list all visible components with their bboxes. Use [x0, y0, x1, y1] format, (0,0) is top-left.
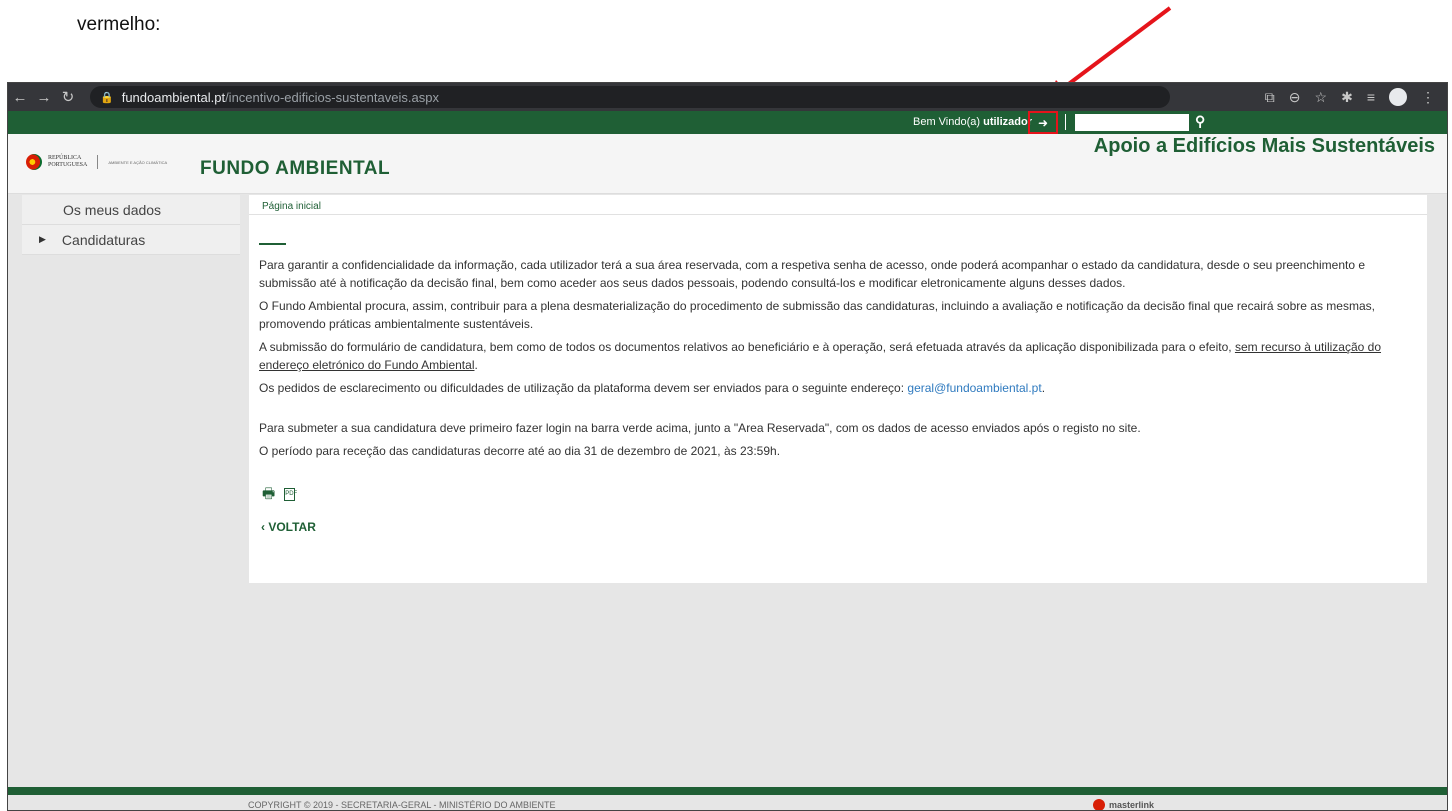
- search-input[interactable]: [1075, 114, 1189, 131]
- paragraph: Os pedidos de esclarecimento ou dificuld…: [259, 381, 1046, 395]
- paragraph: Para garantir a confidencialidade da inf…: [259, 258, 1366, 290]
- profile-avatar[interactable]: [1389, 88, 1407, 106]
- star-icon[interactable]: ☆: [1315, 89, 1328, 106]
- search-icon[interactable]: ⚲: [1195, 113, 1205, 130]
- top-green-bar: Bem Vindo(a) utilizador ➜ ⚲: [8, 111, 1447, 134]
- caret-right-icon: ▶: [39, 234, 46, 244]
- sign-out-icon: ➜: [1037, 115, 1049, 130]
- username: utilizador: [983, 116, 1032, 128]
- paragraph: Para submeter a sua candidatura deve pri…: [259, 420, 1141, 435]
- body-text: Para garantir a confidencialidade da inf…: [249, 245, 1427, 461]
- paragraph: O Fundo Ambiental procura, assim, contri…: [259, 299, 1375, 331]
- zoom-icon[interactable]: ⊖: [1289, 89, 1301, 106]
- email-link[interactable]: geral@fundoambiental.pt: [907, 381, 1041, 395]
- main-content: Página inicial Para garantir a confidenc…: [249, 195, 1427, 583]
- pdf-icon[interactable]: PDF: [284, 488, 297, 501]
- masterlink-logo[interactable]: masterlink: [1093, 799, 1154, 810]
- footer: COPYRIGHT © 2019 - SECRETARIA-GERAL - MI…: [8, 787, 1447, 810]
- menu-kebab-icon[interactable]: ⋮: [1421, 89, 1435, 106]
- lock-icon: 🔒: [100, 91, 114, 104]
- address-bar[interactable]: 🔒 fundoambiental.pt/incentivo-edificios-…: [90, 86, 1170, 108]
- government-logo[interactable]: REPÚBLICA PORTUGUESA AMBIENTE E AÇÃO CLIM…: [26, 154, 167, 170]
- welcome-text: Bem Vindo(a) utilizador: [912, 116, 1032, 128]
- portugal-emblem-icon: [26, 154, 42, 170]
- site-header: REPÚBLICA PORTUGUESA AMBIENTE E AÇÃO CLIM…: [8, 134, 1447, 194]
- paragraph: O período para receção das candidaturas …: [259, 444, 781, 458]
- back-link[interactable]: ‹ VOLTAR: [249, 507, 1427, 534]
- browser-screenshot: ← → ↻ 🔒 fundoambiental.pt/incentivo-edif…: [7, 82, 1448, 811]
- divider: [1065, 114, 1066, 130]
- paragraph: A submissão do formulário de candidatura…: [259, 340, 1382, 372]
- logout-button[interactable]: ➜: [1028, 111, 1058, 134]
- url-path: /incentivo-edificios-sustentaveis.aspx: [225, 89, 439, 105]
- page-tagline: Apoio a Edifícios Mais Sustentáveis: [1093, 135, 1435, 157]
- fundo-ambiental-logo[interactable]: FUNDO AMBIENTAL: [200, 158, 390, 180]
- masterlink-icon: [1093, 799, 1105, 810]
- translate-icon[interactable]: ⧉: [1265, 89, 1275, 106]
- document-caption: vermelho:: [77, 14, 161, 35]
- copyright-text: COPYRIGHT © 2019 - SECRETARIA-GERAL - MI…: [248, 800, 556, 810]
- sidebar-item-os-meus-dados[interactable]: Os meus dados: [22, 195, 240, 225]
- reload-icon[interactable]: ↻: [56, 88, 80, 106]
- url-host: fundoambiental.pt: [121, 89, 226, 105]
- back-arrow-icon[interactable]: ←: [8, 89, 32, 106]
- breadcrumb[interactable]: Página inicial: [249, 195, 1427, 215]
- extensions-icon[interactable]: ✱: [1341, 89, 1353, 106]
- browser-toolbar: ← → ↻ 🔒 fundoambiental.pt/incentivo-edif…: [8, 83, 1447, 111]
- forward-arrow-icon[interactable]: →: [32, 89, 56, 106]
- print-icon[interactable]: 🖶: [262, 483, 275, 507]
- sidebar-nav: Os meus dados ▶ Candidaturas: [22, 195, 240, 255]
- media-icon[interactable]: ≡: [1367, 89, 1375, 105]
- sidebar-item-candidaturas[interactable]: ▶ Candidaturas: [22, 225, 240, 255]
